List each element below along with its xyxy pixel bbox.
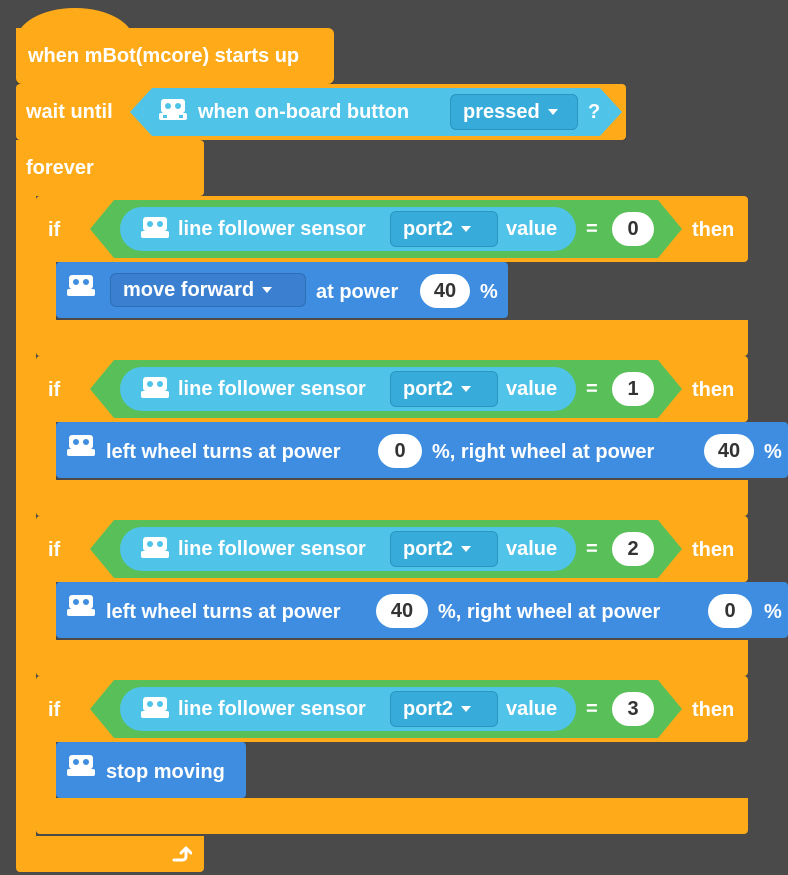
value-label: value — [506, 378, 558, 400]
then-label: then — [692, 379, 735, 401]
chevron-down-icon — [461, 706, 471, 712]
then-label: then — [692, 539, 735, 561]
wait-until-label: wait until — [26, 101, 113, 123]
mbot-robot-icon — [140, 696, 170, 725]
if-block-2-arm — [36, 416, 56, 486]
value-label: value — [506, 218, 558, 240]
right-power-input[interactable]: 40 — [704, 434, 754, 468]
port-value: port2 — [403, 697, 453, 720]
direction-value: move forward — [123, 278, 255, 301]
mbot-robot-icon — [140, 536, 170, 565]
port-dropdown-3[interactable]: port2 — [390, 531, 498, 567]
compare-value: 2 — [627, 537, 639, 560]
sensor-label: line follower sensor — [178, 538, 366, 560]
chevron-down-icon — [547, 109, 558, 115]
power-input[interactable]: 40 — [420, 274, 470, 308]
mbot-robot-icon — [66, 754, 96, 783]
if-block-1-footer — [36, 320, 748, 356]
port-dropdown-2[interactable]: port2 — [390, 371, 498, 407]
compare-value-input-4[interactable]: 3 — [612, 692, 654, 726]
value-label: value — [506, 538, 558, 560]
sensor-label: line follower sensor — [178, 378, 366, 400]
compare-value: 0 — [627, 217, 639, 240]
if-block-3-arm — [36, 576, 56, 646]
value-label: value — [506, 698, 558, 720]
equals-sign: = — [586, 378, 598, 400]
button-state-value: pressed — [463, 100, 540, 123]
port-dropdown-4[interactable]: port2 — [390, 691, 498, 727]
right-wheel-label: %, right wheel at power — [438, 601, 661, 623]
mbot-robot-icon — [140, 216, 170, 245]
button-state-dropdown[interactable]: pressed — [450, 94, 578, 130]
loop-arrow-icon — [168, 842, 193, 871]
left-power-input[interactable]: 0 — [378, 434, 422, 468]
port-value: port2 — [403, 377, 453, 400]
mbot-robot-icon — [158, 98, 188, 127]
right-power-input[interactable]: 0 — [708, 594, 752, 628]
mbot-robot-icon — [66, 434, 96, 463]
then-label: then — [692, 219, 735, 241]
right-wheel-label: %, right wheel at power — [432, 441, 655, 463]
hat-label: when mBot(mcore) starts up — [28, 45, 300, 67]
if-block-1-arm — [36, 256, 56, 326]
mbot-robot-icon — [66, 274, 96, 303]
when-starts-up-block[interactable]: when mBot(mcore) starts up — [16, 28, 334, 84]
equals-sign: = — [586, 538, 598, 560]
compare-value: 3 — [627, 697, 639, 720]
on-board-button-label: when on-board button — [198, 101, 410, 123]
chevron-down-icon — [461, 226, 471, 232]
chevron-down-icon — [461, 546, 471, 552]
sensor-label: line follower sensor — [178, 218, 366, 240]
if-block-4-arm — [36, 736, 56, 806]
right-power-value: 40 — [717, 439, 741, 462]
percent-unit: % — [764, 441, 782, 463]
if-block-2-footer — [36, 480, 748, 516]
equals-sign: = — [586, 698, 598, 720]
right-power-value: 0 — [724, 599, 736, 622]
port-value: port2 — [403, 217, 453, 240]
compare-value-input-2[interactable]: 1 — [612, 372, 654, 406]
left-power-input[interactable]: 40 — [376, 594, 428, 628]
at-power-label: at power — [316, 281, 399, 303]
if-label: if — [48, 699, 61, 721]
equals-sign: = — [586, 218, 598, 240]
port-value: port2 — [403, 537, 453, 560]
forever-label: forever — [26, 157, 94, 179]
left-power-value: 0 — [394, 439, 406, 462]
left-wheel-label: left wheel turns at power — [106, 441, 341, 463]
if-label: if — [48, 219, 61, 241]
forever-arm — [16, 190, 36, 838]
compare-value: 1 — [627, 377, 639, 400]
question-suffix: ? — [588, 101, 601, 123]
direction-dropdown[interactable]: move forward — [110, 273, 306, 307]
sensor-label: line follower sensor — [178, 698, 366, 720]
if-label: if — [48, 379, 61, 401]
forever-block[interactable]: forever — [16, 140, 204, 196]
power-value: 40 — [433, 279, 457, 302]
left-wheel-label: left wheel turns at power — [106, 601, 341, 623]
percent-unit: % — [764, 601, 782, 623]
mbot-robot-icon — [140, 376, 170, 405]
port-dropdown-1[interactable]: port2 — [390, 211, 498, 247]
left-power-value: 40 — [390, 599, 414, 622]
forever-footer — [16, 836, 204, 872]
percent-unit: % — [480, 281, 498, 303]
stop-moving-label: stop moving — [106, 761, 225, 783]
if-label: if — [48, 539, 61, 561]
then-label: then — [692, 699, 735, 721]
compare-value-input-1[interactable]: 0 — [612, 212, 654, 246]
chevron-down-icon — [461, 386, 471, 392]
if-block-3-footer — [36, 640, 748, 676]
mbot-robot-icon — [66, 594, 96, 623]
if-block-4-footer — [36, 798, 748, 834]
compare-value-input-3[interactable]: 2 — [612, 532, 654, 566]
chevron-down-icon — [262, 287, 273, 293]
